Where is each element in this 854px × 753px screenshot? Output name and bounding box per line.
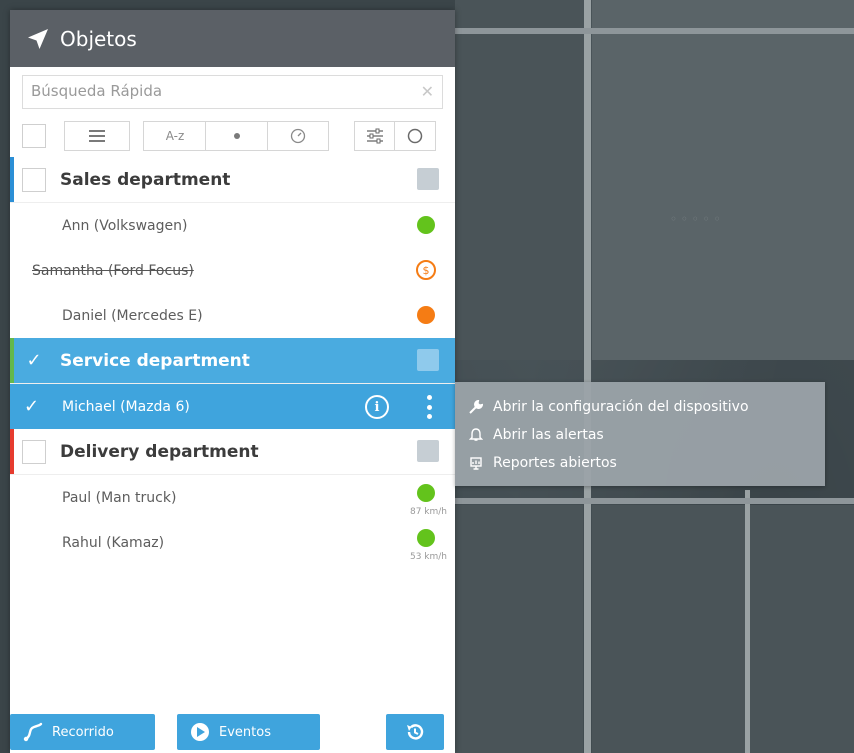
speed-label: 53 km/h bbox=[409, 552, 447, 562]
dot-icon bbox=[234, 133, 240, 139]
map-field bbox=[592, 0, 854, 360]
map-road bbox=[745, 490, 750, 753]
status-warning-icon bbox=[417, 306, 435, 324]
map-field bbox=[455, 0, 583, 360]
options-circle-button[interactable] bbox=[394, 121, 436, 151]
search-input[interactable] bbox=[23, 76, 442, 106]
menu-item-open-reports[interactable]: Reportes abiertos bbox=[455, 449, 825, 477]
bell-icon bbox=[469, 428, 483, 441]
object-label: Daniel (Mercedes E) bbox=[62, 307, 203, 324]
panel-title: Objetos bbox=[60, 26, 137, 51]
group-checkbox[interactable]: ✓ bbox=[22, 348, 46, 373]
bottom-bar: Recorrido Eventos bbox=[10, 710, 455, 753]
message-icon[interactable] bbox=[417, 168, 439, 190]
group-service-department[interactable]: ✓ Service department bbox=[10, 338, 455, 384]
sort-speed-button[interactable] bbox=[267, 121, 329, 151]
filter-settings-button[interactable] bbox=[354, 121, 396, 151]
group-color-stripe bbox=[10, 338, 14, 383]
sort-status-button[interactable] bbox=[205, 121, 269, 151]
map-road bbox=[455, 498, 854, 504]
object-item[interactable]: Daniel (Mercedes E) bbox=[10, 293, 455, 338]
clear-icon[interactable]: ✕ bbox=[421, 82, 434, 101]
menu-item-label: Abrir la configuración del dispositivo bbox=[493, 399, 749, 415]
sort-alphabetical-button[interactable]: A-z bbox=[143, 121, 207, 151]
sort-az-label: A-z bbox=[165, 129, 185, 143]
report-icon bbox=[470, 457, 482, 470]
events-label: Eventos bbox=[219, 724, 271, 740]
group-checkbox[interactable] bbox=[22, 167, 46, 192]
object-label: Rahul (Kamaz) bbox=[62, 534, 165, 551]
more-options-icon[interactable] bbox=[427, 395, 433, 419]
events-icon bbox=[191, 723, 209, 741]
speed-label: 87 km/h bbox=[409, 507, 447, 517]
object-item[interactable]: Rahul (Kamaz) 53 km/h bbox=[10, 520, 455, 565]
list-toolbar: A-z bbox=[10, 115, 455, 157]
status-online-icon bbox=[417, 216, 435, 234]
map-field bbox=[455, 505, 583, 753]
message-icon[interactable] bbox=[417, 440, 439, 462]
menu-item-open-alerts[interactable]: Abrir las alertas bbox=[455, 421, 825, 449]
object-label: Michael (Mazda 6) bbox=[62, 398, 190, 415]
circle-icon bbox=[407, 128, 423, 144]
object-label: Samantha (Ford Focus) bbox=[32, 262, 194, 279]
group-delivery-department[interactable]: Delivery department bbox=[10, 429, 455, 475]
group-label: Service department bbox=[60, 350, 250, 371]
list-icon bbox=[89, 130, 105, 142]
group-sales-department[interactable]: Sales department bbox=[10, 157, 455, 203]
quick-search: ✕ bbox=[22, 75, 443, 109]
list-view-button[interactable] bbox=[64, 121, 130, 151]
route-button[interactable]: Recorrido bbox=[10, 714, 155, 750]
status-dollar-icon: $ bbox=[416, 260, 436, 280]
history-button[interactable] bbox=[386, 714, 444, 750]
menu-item-open-device-settings[interactable]: Abrir la configuración del dispositivo bbox=[455, 393, 825, 421]
menu-item-label: Reportes abiertos bbox=[493, 455, 617, 471]
map-road bbox=[584, 0, 591, 753]
objects-list: Sales department Ann (Volkswagen) Samant… bbox=[10, 157, 455, 565]
object-label: Paul (Man truck) bbox=[62, 489, 177, 506]
object-item[interactable]: Ann (Volkswagen) bbox=[10, 203, 455, 248]
group-checkbox[interactable] bbox=[22, 439, 46, 464]
map-field bbox=[592, 505, 854, 753]
events-button[interactable]: Eventos bbox=[177, 714, 320, 750]
object-item-selected[interactable]: ✓ Michael (Mazda 6) i bbox=[10, 384, 455, 429]
object-item[interactable]: Paul (Man truck) 87 km/h bbox=[10, 475, 455, 520]
status-moving-icon bbox=[417, 529, 435, 547]
checkmark-icon[interactable]: ✓ bbox=[24, 396, 39, 417]
navigation-arrow-icon bbox=[28, 28, 48, 49]
map-road bbox=[455, 28, 854, 34]
objects-panel: Objetos ✕ A-z bbox=[10, 10, 455, 753]
history-icon bbox=[407, 724, 424, 740]
group-label: Delivery department bbox=[60, 441, 259, 462]
group-color-stripe bbox=[10, 429, 14, 474]
map-watermark: ◦ ◦ ◦ ◦ ◦ bbox=[670, 212, 721, 226]
speedometer-icon bbox=[290, 128, 306, 144]
select-all-checkbox[interactable] bbox=[22, 124, 46, 148]
group-label: Sales department bbox=[60, 169, 231, 190]
sliders-icon bbox=[367, 128, 383, 144]
route-label: Recorrido bbox=[52, 724, 114, 740]
menu-item-label: Abrir las alertas bbox=[493, 427, 604, 443]
group-color-stripe bbox=[10, 157, 14, 202]
object-item[interactable]: Samantha (Ford Focus) $ bbox=[10, 248, 455, 293]
satellite-map[interactable]: ◦ ◦ ◦ ◦ ◦ bbox=[455, 0, 854, 753]
device-context-menu: Abrir la configuración del dispositivo A… bbox=[455, 382, 825, 486]
route-icon bbox=[23, 722, 43, 742]
message-icon[interactable] bbox=[417, 349, 439, 371]
info-icon[interactable]: i bbox=[365, 395, 389, 419]
panel-header: Objetos bbox=[10, 10, 455, 67]
object-label: Ann (Volkswagen) bbox=[62, 217, 188, 234]
status-moving-icon bbox=[417, 484, 435, 502]
wrench-icon bbox=[469, 400, 483, 414]
